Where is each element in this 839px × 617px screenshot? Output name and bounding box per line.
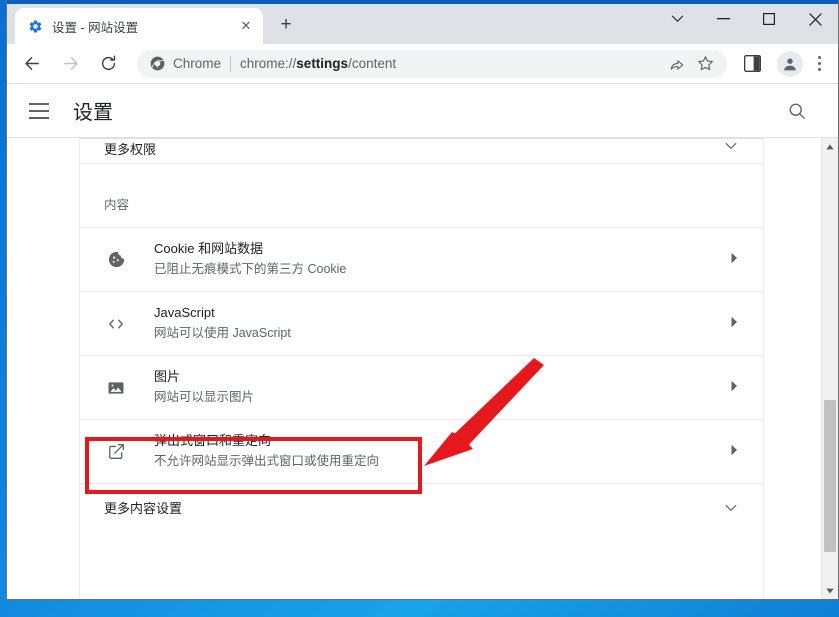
chevron-right-icon xyxy=(730,316,739,331)
chevron-right-icon xyxy=(730,252,739,267)
setting-row-javascript[interactable]: JavaScript 网站可以使用 JavaScript xyxy=(80,291,763,355)
menu-dot xyxy=(817,56,821,60)
search-icon[interactable] xyxy=(784,98,810,124)
tab-title: 设置 - 网站设置 xyxy=(52,20,139,35)
hamburger-line xyxy=(29,102,49,105)
omnibox-chrome-label: Chrome xyxy=(173,56,222,71)
menu-dot xyxy=(817,62,821,65)
setting-subtitle: 已阻止无痕模式下的第三方 Cookie xyxy=(154,262,347,277)
tab-search-button[interactable] xyxy=(654,4,700,34)
menu-dot xyxy=(817,67,821,71)
three-dot-menu-icon[interactable] xyxy=(806,50,832,78)
setting-row-images[interactable]: 图片 网站可以显示图片 xyxy=(80,355,763,419)
setting-title: 弹出式窗口和重定向 xyxy=(154,433,272,449)
share-icon[interactable] xyxy=(665,52,689,76)
scroll-up-arrow-icon[interactable] xyxy=(822,138,838,155)
site-settings-card: 更多权限 内容 Cookie 和网站数据 已阻止无痕模式下的第三方 Cookie… xyxy=(80,138,764,599)
vertical-scrollbar[interactable] xyxy=(821,138,838,599)
minimize-button[interactable] xyxy=(700,4,746,34)
more-content-settings-label: 更多内容设置 xyxy=(104,501,183,516)
chevron-down-icon xyxy=(725,501,737,515)
omnibox-actions xyxy=(661,52,717,76)
setting-row-text: 图片 网站可以显示图片 xyxy=(154,368,722,407)
setting-row-popups-and-redirects[interactable]: 弹出式窗口和重定向 不允许网站显示弹出式窗口或使用重定向 xyxy=(80,419,763,483)
chevron-right-icon xyxy=(730,444,739,459)
cookie-icon xyxy=(104,248,128,272)
settings-sidebar xyxy=(7,138,80,599)
image-icon xyxy=(104,376,128,400)
external-link-icon xyxy=(104,440,128,464)
settings-header: 设置 xyxy=(7,84,838,138)
profile-avatar-icon[interactable] xyxy=(777,50,803,77)
page-title: 设置 xyxy=(73,102,113,124)
chevron-right-icon xyxy=(730,380,739,395)
more-content-settings-row[interactable]: 更多内容设置 xyxy=(80,483,763,531)
tab-close-icon[interactable]: ✕ xyxy=(237,17,255,35)
more-permissions-row[interactable]: 更多权限 xyxy=(80,138,763,164)
new-tab-button[interactable]: + xyxy=(273,11,299,37)
url-bold-segment: settings xyxy=(296,56,349,71)
window-controls xyxy=(654,4,838,34)
setting-row-cookies[interactable]: Cookie 和网站数据 已阻止无痕模式下的第三方 Cookie xyxy=(80,227,763,291)
omnibox-url: chrome://settings/content xyxy=(240,56,396,71)
side-panel-icon[interactable] xyxy=(737,49,767,79)
setting-subtitle: 网站可以使用 JavaScript xyxy=(154,326,291,341)
browser-tab-settings[interactable]: 设置 - 网站设置 ✕ xyxy=(15,8,263,44)
hamburger-line xyxy=(29,116,49,119)
setting-title: 图片 xyxy=(154,369,181,385)
gear-icon xyxy=(27,18,43,34)
close-button[interactable] xyxy=(792,4,838,34)
url-prefix: chrome:// xyxy=(240,56,297,71)
back-button[interactable] xyxy=(17,49,47,79)
setting-title: JavaScript xyxy=(154,305,215,321)
setting-subtitle: 网站可以显示图片 xyxy=(154,390,255,405)
chrome-icon xyxy=(149,56,165,72)
section-heading-content: 内容 xyxy=(104,198,130,212)
settings-content-column: 更多权限 内容 Cookie 和网站数据 已阻止无痕模式下的第三方 Cookie… xyxy=(80,138,838,599)
desktop-background: 设置 - 网站设置 ✕ + Chrome chrome://settings/c… xyxy=(0,0,839,617)
setting-row-text: 弹出式窗口和重定向 不允许网站显示弹出式窗口或使用重定向 xyxy=(154,432,722,471)
scroll-down-arrow-icon[interactable] xyxy=(822,582,838,599)
setting-title: Cookie 和网站数据 xyxy=(154,241,264,257)
setting-row-text: Cookie 和网站数据 已阻止无痕模式下的第三方 Cookie xyxy=(154,240,722,279)
settings-page-body: 更多权限 内容 Cookie 和网站数据 已阻止无痕模式下的第三方 Cookie… xyxy=(7,138,838,599)
browser-toolbar: Chrome chrome://settings/content xyxy=(7,44,838,84)
omnibox-divider xyxy=(230,55,232,72)
address-bar[interactable]: Chrome chrome://settings/content xyxy=(137,49,727,78)
star-icon[interactable] xyxy=(693,52,717,76)
more-permissions-label: 更多权限 xyxy=(104,142,157,157)
url-suffix: /content xyxy=(348,56,397,71)
tab-strip: 设置 - 网站设置 ✕ + xyxy=(7,0,838,44)
scrollbar-thumb[interactable] xyxy=(824,400,836,552)
maximize-button[interactable] xyxy=(746,4,792,34)
reload-button[interactable] xyxy=(93,49,123,79)
hamburger-line xyxy=(29,109,49,112)
setting-subtitle: 不允许网站显示弹出式窗口或使用重定向 xyxy=(154,454,380,469)
code-brackets-icon xyxy=(104,312,128,336)
setting-row-text: JavaScript 网站可以使用 JavaScript xyxy=(154,304,722,343)
forward-button[interactable] xyxy=(55,49,85,79)
chrome-browser-window: 设置 - 网站设置 ✕ + Chrome chrome://settings/c… xyxy=(6,0,839,600)
chevron-down-icon xyxy=(725,139,737,153)
hamburger-icon[interactable] xyxy=(29,99,53,123)
